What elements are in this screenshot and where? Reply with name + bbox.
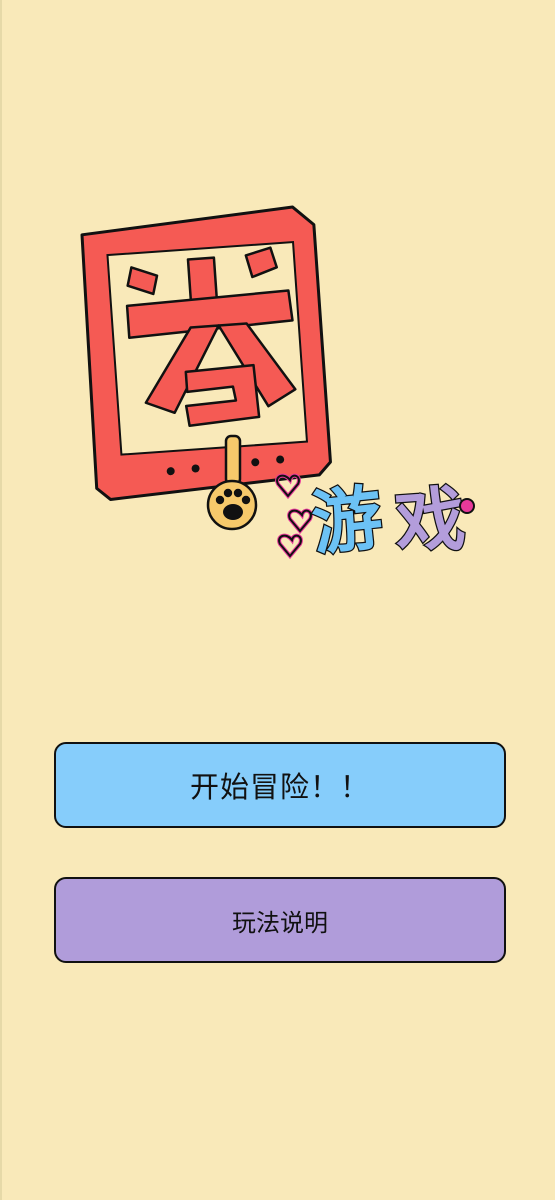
start-adventure-label: 开始冒险！！ <box>189 770 370 804</box>
how-to-play-label: 玩法说明 <box>232 908 328 937</box>
heart-chain-icon <box>275 473 313 560</box>
logo-frame <box>80 205 332 501</box>
logo-subtitle-char-2: 戏 <box>392 478 468 565</box>
game-logo: 游 戏 <box>80 205 475 567</box>
how-to-play-button[interactable]: 玩法说明 <box>54 877 506 963</box>
start-adventure-button[interactable]: 开始冒险！！ <box>54 742 506 828</box>
logo-subtitle-char-1: 游 <box>308 477 386 566</box>
